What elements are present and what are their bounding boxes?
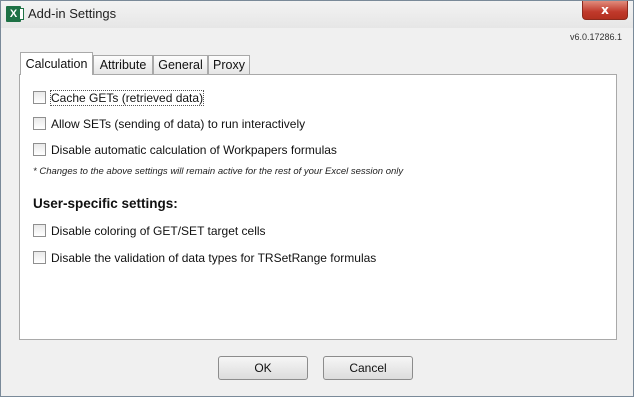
- cache-gets-label[interactable]: Cache GETs (retrieved data): [49, 90, 205, 106]
- title-bar[interactable]: X Add-in Settings x: [1, 1, 633, 28]
- close-button[interactable]: x: [582, 1, 628, 20]
- cache-gets-checkbox[interactable]: [33, 91, 46, 104]
- window-title: Add-in Settings: [28, 6, 117, 21]
- allow-sets-label[interactable]: Allow SETs (sending of data) to run inte…: [51, 117, 305, 131]
- disable-coloring-checkbox[interactable]: [33, 224, 46, 237]
- tab-attribute[interactable]: Attribute: [93, 55, 153, 74]
- allow-sets-checkbox[interactable]: [33, 117, 46, 130]
- excel-icon-letter: X: [9, 8, 18, 20]
- cancel-button[interactable]: Cancel: [323, 356, 413, 380]
- calculation-tab-panel: Cache GETs (retrieved data) Allow SETs (…: [19, 74, 617, 340]
- close-icon: x: [601, 3, 609, 17]
- disable-coloring-label[interactable]: Disable coloring of GET/SET target cells: [51, 224, 266, 238]
- user-settings-heading: User-specific settings:: [33, 196, 178, 211]
- session-note: * Changes to the above settings will rem…: [33, 166, 404, 177]
- excel-app-icon: X: [6, 6, 24, 22]
- disable-auto-calc-checkbox[interactable]: [33, 143, 46, 156]
- add-in-settings-dialog: X Add-in Settings x v6.0.17286.1 Calcula…: [0, 0, 634, 397]
- tab-calculation[interactable]: Calculation: [20, 52, 93, 75]
- tab-proxy[interactable]: Proxy: [208, 55, 250, 74]
- disable-validation-checkbox[interactable]: [33, 251, 46, 264]
- version-label: v6.0.17286.1: [569, 32, 622, 42]
- tab-general[interactable]: General: [153, 55, 208, 74]
- disable-auto-calc-label[interactable]: Disable automatic calculation of Workpap…: [51, 143, 337, 157]
- ok-button[interactable]: OK: [218, 356, 308, 380]
- excel-icon-sheet: [19, 8, 24, 20]
- disable-validation-label[interactable]: Disable the validation of data types for…: [51, 251, 376, 265]
